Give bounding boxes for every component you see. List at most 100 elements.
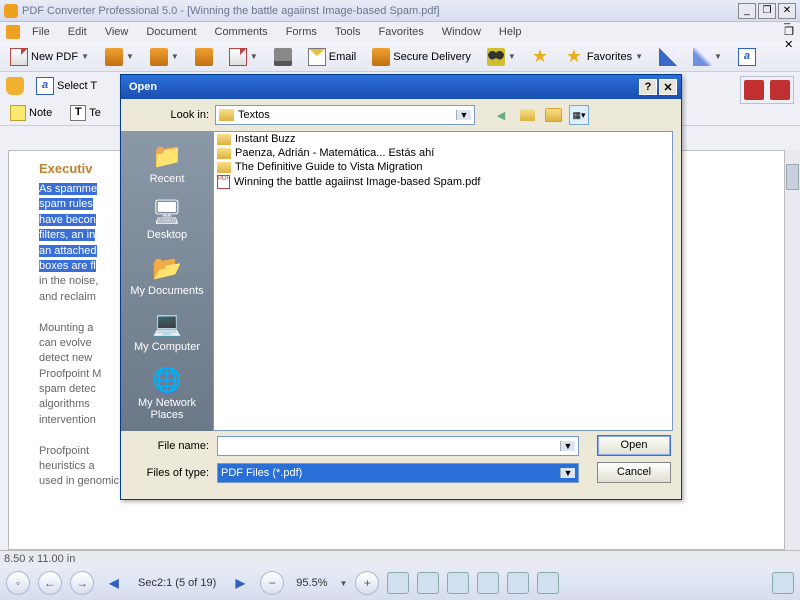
views-icon[interactable]: ▦▾ [569, 105, 589, 125]
dialog-bottom: File name: ▼ Open Files of type: PDF Fil… [121, 431, 681, 493]
note-button[interactable]: Note [6, 103, 56, 123]
select-text-button[interactable]: aSelect T [32, 75, 101, 97]
up-icon[interactable] [517, 105, 537, 125]
note-label: Note [29, 107, 52, 119]
list-item[interactable]: The Definitive Guide to Vista Migration [214, 160, 672, 174]
menu-forms[interactable]: Forms [278, 24, 325, 40]
flag-toolbar [740, 76, 794, 104]
pen-icon [693, 48, 711, 66]
doc-minimize-button[interactable]: _ [784, 13, 794, 25]
secure-delivery-button[interactable]: Secure Delivery [368, 46, 475, 68]
lookin-row: Look in: Textos ▼ ◀ ▦▾ [121, 99, 681, 131]
newfolder-icon[interactable] [543, 105, 563, 125]
nav-circle1[interactable]: ◦ [6, 571, 30, 595]
box-icon [150, 48, 168, 66]
view-facing-button[interactable] [537, 572, 559, 594]
pen-button[interactable]: ▼ [689, 46, 726, 68]
dialog-help-button[interactable]: ? [639, 79, 657, 95]
minimize-button[interactable]: _ [738, 3, 756, 19]
documents-icon: 📂 [150, 253, 184, 283]
open-box-button[interactable]: ▼ [101, 46, 138, 68]
zoom-out-button[interactable]: − [260, 571, 284, 595]
places-bar: 📁Recent 🖥Desktop 📂My Documents 💻My Compu… [121, 131, 213, 431]
box-icon [105, 48, 123, 66]
star1-button[interactable]: ★ [528, 46, 554, 68]
vertical-scrollbar[interactable] [784, 150, 800, 550]
zoom-in-button[interactable]: + [355, 571, 379, 595]
nav-back-button[interactable]: ← [38, 571, 62, 595]
menu-favorites[interactable]: Favorites [371, 24, 432, 40]
favorites-label: Favorites [587, 51, 632, 63]
first-page-button[interactable]: ◀ [102, 571, 126, 595]
filename-input[interactable]: ▼ [217, 436, 579, 456]
fullscreen-button[interactable] [772, 572, 794, 594]
a-icon: a [36, 77, 54, 95]
next-page-button[interactable]: ▶ [228, 571, 252, 595]
email-button[interactable]: Email [304, 46, 361, 68]
favorites-button[interactable]: ★Favorites▼ [562, 46, 647, 68]
hand-tool-icon[interactable] [6, 77, 24, 95]
highlighter-button[interactable] [655, 46, 681, 68]
view-fitpage-button[interactable] [447, 572, 469, 594]
menu-comments[interactable]: Comments [207, 24, 276, 40]
scroll-thumb[interactable] [786, 164, 799, 190]
place-mydocs[interactable]: 📂My Documents [121, 249, 213, 301]
window-title: PDF Converter Professional 5.0 - [Winnin… [22, 5, 738, 17]
file-list[interactable]: Instant Buzz Paenza, Adrián - Matemática… [213, 131, 673, 431]
list-item[interactable]: PDFWinning the battle agaiinst Image-bas… [214, 174, 672, 190]
view-single-button[interactable] [507, 572, 529, 594]
menu-help[interactable]: Help [491, 24, 530, 40]
menu-window[interactable]: Window [434, 24, 489, 40]
box2-button[interactable]: ▼ [146, 46, 183, 68]
lookin-combo[interactable]: Textos ▼ [215, 105, 475, 125]
chevron-down-icon[interactable]: ▼ [456, 110, 471, 120]
nav-fwd-button[interactable]: → [70, 571, 94, 595]
list-item[interactable]: Paenza, Adrián - Matemática... Estás ahí [214, 146, 672, 160]
chevron-down-icon[interactable]: ▼ [560, 468, 575, 478]
pdf2-button[interactable]: ▼ [225, 46, 262, 68]
menu-file[interactable]: File [24, 24, 58, 40]
back-icon[interactable]: ◀ [491, 105, 511, 125]
place-network[interactable]: 🌐My Network Places [121, 361, 213, 425]
search-button[interactable]: ▼ [483, 46, 520, 68]
chevron-down-icon[interactable]: ▼ [560, 441, 575, 451]
place-desktop[interactable]: 🖥Desktop [121, 193, 213, 245]
page-size-label: 8.50 x 11.00 in [4, 553, 75, 565]
typewriter-button[interactable]: a [734, 46, 760, 68]
menu-view[interactable]: View [97, 24, 137, 40]
folder-icon [217, 162, 231, 173]
bottom-nav-bar: ◦ ← → ◀ Sec2:1 (5 of 19) ▶ − 95.5% ▼ + [0, 566, 800, 600]
box3-button[interactable] [191, 46, 217, 68]
menu-edit[interactable]: Edit [60, 24, 95, 40]
dialog-close-button[interactable]: ✕ [659, 79, 677, 95]
list-item[interactable]: Instant Buzz [214, 132, 672, 146]
cancel-button[interactable]: Cancel [597, 462, 671, 483]
filetype-combo[interactable]: PDF Files (*.pdf)▼ [217, 463, 579, 483]
folder-icon [219, 109, 234, 121]
print-button[interactable] [270, 46, 296, 68]
new-pdf-label: New PDF [31, 51, 78, 63]
view-fitwidth-button[interactable] [417, 572, 439, 594]
lookin-value: Textos [238, 109, 270, 121]
open-button[interactable]: Open [597, 435, 671, 456]
page-info: Sec2:1 (5 of 19) [134, 577, 220, 589]
place-recent[interactable]: 📁Recent [121, 137, 213, 189]
view-continuous-button[interactable] [477, 572, 499, 594]
doc-close-button[interactable]: ✕ [784, 38, 794, 51]
star-icon: ★ [566, 48, 584, 66]
view-1to1-button[interactable] [387, 572, 409, 594]
restore-button[interactable]: ❐ [758, 3, 776, 19]
text-button[interactable]: TTe [66, 103, 105, 123]
open-dialog: Open ? ✕ Look in: Textos ▼ ◀ ▦▾ 📁Recent … [120, 74, 682, 500]
app-icon [4, 4, 18, 18]
flag-red-icon[interactable] [744, 80, 764, 100]
app-menu-icon[interactable] [6, 25, 20, 39]
menu-tools[interactable]: Tools [327, 24, 369, 40]
menu-document[interactable]: Document [138, 24, 204, 40]
zoom-dropdown[interactable]: ▼ [339, 579, 347, 588]
place-mycomputer[interactable]: 💻My Computer [121, 305, 213, 357]
flag-red2-icon[interactable] [770, 80, 790, 100]
new-pdf-button[interactable]: New PDF▼ [6, 46, 93, 68]
dialog-titlebar[interactable]: Open ? ✕ [121, 75, 681, 99]
doc-restore-button[interactable]: ❐ [784, 25, 794, 38]
